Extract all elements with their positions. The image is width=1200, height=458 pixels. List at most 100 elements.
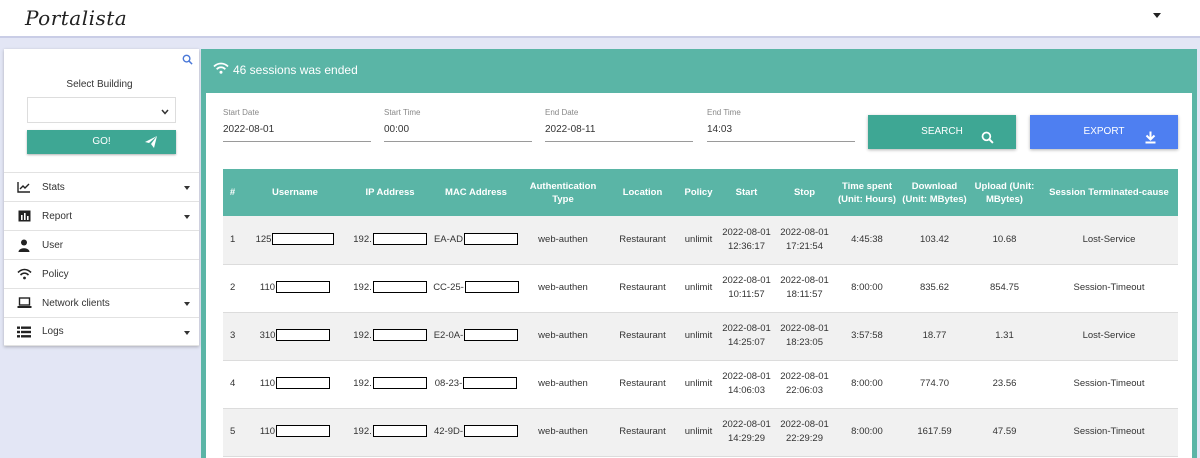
time-spent-cell: 3:57:58 — [834, 312, 900, 361]
ip-prefix: 192. — [353, 378, 372, 389]
sidebar-item-policy[interactable]: Policy — [4, 259, 199, 288]
username-prefix: 110 — [259, 426, 276, 437]
start-time: 14:25:07 — [728, 337, 765, 348]
mac-prefix: CC-25- — [433, 282, 464, 293]
export-button[interactable]: EXPORT — [1030, 115, 1178, 149]
mac-prefix: EA-AD — [433, 233, 464, 245]
caret-down-icon — [184, 302, 190, 306]
search-button[interactable]: SEARCH — [868, 115, 1016, 149]
table-row[interactable]: 3 310 192. E2-0A- web-authen Restaurant … — [223, 312, 1178, 361]
row-number: 3 — [223, 312, 242, 361]
export-button-label: EXPORT — [1083, 126, 1125, 137]
time-spent-cell: 8:00:00 — [834, 408, 900, 457]
redaction-box — [276, 329, 331, 342]
mac-prefix: E2-0A- — [433, 330, 464, 341]
end-time-input[interactable]: 14:03 — [707, 124, 855, 142]
mac-prefix: 42-9D- — [433, 426, 464, 437]
column-header[interactable]: Username — [242, 169, 348, 216]
wifi-icon — [213, 62, 233, 77]
column-header[interactable]: IP Address — [348, 169, 432, 216]
table-row[interactable]: 5 110 192. 42-9D- web-authen Restaurant … — [223, 408, 1178, 457]
sidebar-item-label: Logs — [42, 326, 64, 337]
table-row[interactable]: 4 110 192. 08-23- web-authen Restaurant … — [223, 360, 1178, 409]
auth-type-cell: web-authen — [520, 360, 606, 409]
ip-cell: 192. — [348, 264, 432, 313]
column-header[interactable]: Session Terminated-cause — [1040, 169, 1178, 216]
upload-cell: 23.56 — [969, 360, 1040, 409]
column-header[interactable]: Stop — [775, 169, 834, 216]
sidebar-item-label: Stats — [42, 181, 65, 193]
start-time: 14:29:29 — [728, 433, 765, 444]
end-time-label: End Time — [707, 108, 741, 117]
column-header[interactable]: MAC Address — [432, 169, 520, 216]
policy-cell: unlimit — [679, 360, 718, 409]
username-prefix: 110 — [259, 282, 276, 293]
column-header[interactable]: Location — [606, 169, 679, 216]
username-cell: 310 — [242, 312, 348, 361]
username-prefix: 310 — [259, 330, 276, 341]
sidebar-item-network-clients[interactable]: Network clients — [4, 288, 199, 317]
stop-date: 2022-08-01 — [780, 323, 829, 334]
table-row[interactable]: 1 125 192. EA-AD web-authen Restaurant u… — [223, 216, 1178, 265]
stop-cell: 2022-08-01 22:06:03 — [775, 360, 834, 409]
sidebar-item-user[interactable]: User — [4, 230, 199, 259]
column-header[interactable]: Policy — [679, 169, 718, 216]
upload-cell: 47.59 — [969, 408, 1040, 457]
redaction-box — [276, 377, 331, 390]
bar-chart-icon — [16, 209, 32, 223]
redaction-box — [463, 377, 518, 390]
terminate-cause-cell: Session-Timeout — [1040, 408, 1178, 457]
column-header[interactable]: Start — [718, 169, 775, 216]
redaction-box — [464, 425, 519, 438]
account-menu-caret-icon[interactable] — [1153, 13, 1161, 18]
sidebar-item-stats[interactable]: Stats — [4, 172, 199, 201]
panel-title: 46 sessions was ended — [213, 62, 358, 77]
search-icon — [981, 125, 994, 159]
sidebar-item-logs[interactable]: Logs — [4, 317, 199, 346]
app-logo[interactable]: Portalista — [25, 6, 127, 30]
username-cell: 125 — [242, 216, 348, 265]
column-header[interactable]: Upload (Unit: MBytes) — [969, 169, 1040, 216]
end-time-field[interactable]: End Time 14:03 — [707, 108, 855, 142]
building-select[interactable] — [27, 97, 176, 123]
start-cell: 2022-08-01 14:29:29 — [718, 408, 775, 457]
column-header[interactable]: Time spent (Unit: Hours) — [834, 169, 900, 216]
go-button[interactable]: GO! — [27, 130, 176, 154]
start-time-input[interactable]: 00:00 — [384, 124, 532, 142]
redaction-box — [464, 233, 519, 246]
start-date-field[interactable]: Start Date 2022-08-01 — [223, 108, 371, 142]
column-header[interactable]: Authentication Type — [520, 169, 606, 216]
stop-time: 18:11:57 — [786, 289, 823, 300]
laptop-icon — [16, 296, 32, 310]
table-row[interactable]: 2 110 192. CC-25- web-authen Restaurant … — [223, 264, 1178, 313]
sidebar-item-label: Report — [42, 210, 73, 222]
wifi-icon — [16, 267, 32, 281]
sidebar-menu: Stats Report User Policy Network clients… — [4, 172, 199, 346]
stop-date: 2022-08-01 — [780, 371, 829, 382]
download-cell: 774.70 — [900, 360, 969, 409]
stop-date: 2022-08-01 — [780, 226, 829, 238]
end-date-field[interactable]: End Date 2022-08-11 — [545, 108, 693, 142]
policy-cell: unlimit — [679, 216, 718, 265]
start-time-field[interactable]: Start Time 00:00 — [384, 108, 532, 142]
send-icon — [144, 135, 158, 159]
end-date-input[interactable]: 2022-08-11 — [545, 124, 693, 142]
username-cell: 110 — [242, 264, 348, 313]
start-cell: 2022-08-01 14:25:07 — [718, 312, 775, 361]
start-cell: 2022-08-01 10:11:57 — [718, 264, 775, 313]
ip-prefix: 192. — [353, 426, 372, 437]
column-header[interactable]: Download (Unit: MBytes) — [900, 169, 969, 216]
sidebar-item-report[interactable]: Report — [4, 201, 199, 230]
start-date-input[interactable]: 2022-08-01 — [223, 124, 371, 142]
mac-cell: E2-0A- — [432, 312, 520, 361]
search-icon[interactable] — [182, 54, 193, 68]
end-date-label: End Date — [545, 108, 579, 117]
sessions-content: Start Date 2022-08-01 Start Time 00:00 E… — [206, 93, 1192, 458]
column-header[interactable]: # — [223, 169, 242, 216]
time-spent-cell: 8:00:00 — [834, 360, 900, 409]
redaction-box — [276, 425, 331, 438]
user-icon — [16, 238, 32, 252]
mac-cell: CC-25- — [432, 264, 520, 313]
sessions-panel: 46 sessions was ended Start Date 2022-08… — [201, 49, 1197, 458]
location-cell: Restaurant — [606, 360, 679, 409]
